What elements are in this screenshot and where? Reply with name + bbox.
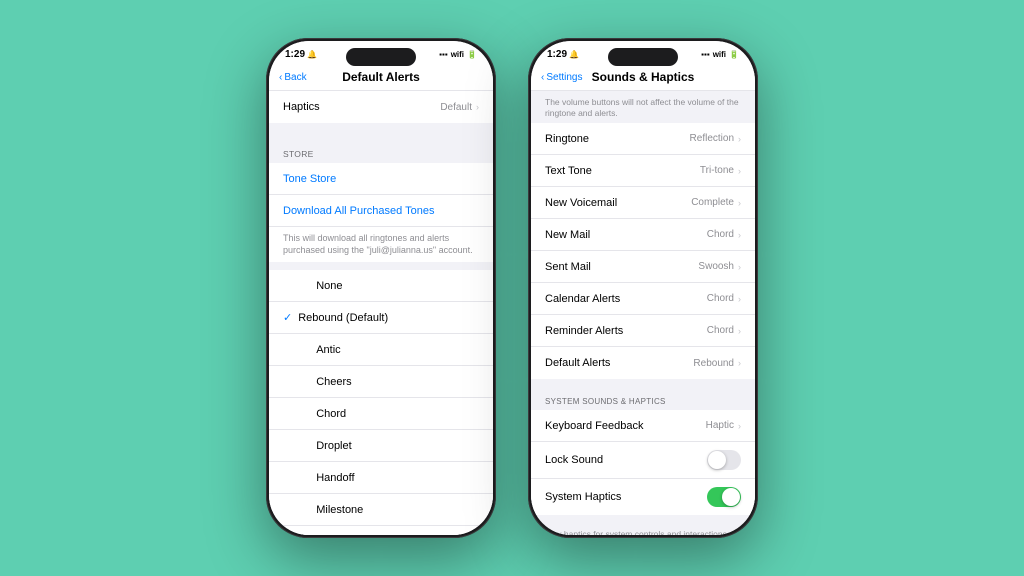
- tone-rebound[interactable]: ✓ Rebound (Default): [269, 302, 493, 334]
- content-2: The volume buttons will not affect the v…: [531, 91, 755, 535]
- tone-none[interactable]: ✓ None: [269, 270, 493, 302]
- system-sounds-header: SYSTEM SOUNDS & HAPTICS: [531, 387, 755, 410]
- tone-store-link[interactable]: Tone Store: [269, 163, 493, 195]
- store-group: Tone Store Download All Purchased Tones …: [269, 163, 493, 262]
- battery-icon-2: 🔋: [729, 50, 739, 59]
- nav-bar-1: ‹ Back Default Alerts: [269, 64, 493, 91]
- content-1: Haptics Default › STORE Tone Store Downl…: [269, 91, 493, 535]
- separator: [269, 131, 493, 139]
- chevron-icon: ›: [738, 358, 741, 368]
- signal-icon: ▪▪▪: [439, 50, 448, 59]
- sent-mail-row[interactable]: Sent Mail Swoosh ›: [531, 251, 755, 283]
- system-sounds-group: Keyboard Feedback Haptic › Lock Sound Sy…: [531, 410, 755, 515]
- back-chevron-2: ‹: [541, 72, 544, 83]
- time-2: 1:29: [547, 49, 567, 60]
- ringtone-row[interactable]: Ringtone Reflection ›: [531, 123, 755, 155]
- sound-rows-group: Ringtone Reflection › Text Tone Tri-tone…: [531, 123, 755, 379]
- tone-milestone[interactable]: ✓ Milestone: [269, 494, 493, 526]
- reminder-alerts-row[interactable]: Reminder Alerts Chord ›: [531, 315, 755, 347]
- wifi-icon: wifi: [451, 50, 464, 59]
- new-mail-row[interactable]: New Mail Chord ›: [531, 219, 755, 251]
- chevron-icon: ›: [738, 198, 741, 208]
- text-tone-row[interactable]: Text Tone Tri-tone ›: [531, 155, 755, 187]
- chevron-icon: ›: [738, 421, 741, 431]
- back-chevron-1: ‹: [279, 72, 282, 83]
- lock-sound-toggle[interactable]: [707, 450, 741, 470]
- chevron-icon: ›: [476, 102, 479, 112]
- bell-icon: 🔔: [307, 50, 317, 59]
- tone-droplet[interactable]: ✓ Droplet: [269, 430, 493, 462]
- tone-antic[interactable]: ✓ Antic: [269, 334, 493, 366]
- system-haptics-row[interactable]: System Haptics: [531, 479, 755, 515]
- tone-cheers[interactable]: ✓ Cheers: [269, 366, 493, 398]
- time-1: 1:29: [285, 49, 305, 60]
- chevron-icon: ›: [738, 230, 741, 240]
- default-alerts-row[interactable]: Default Alerts Rebound ›: [531, 347, 755, 379]
- page-title-2: Sounds & Haptics: [592, 70, 695, 84]
- signal-icon-2: ▪▪▪: [701, 50, 710, 59]
- new-voicemail-row[interactable]: New Voicemail Complete ›: [531, 187, 755, 219]
- store-section-header: STORE: [269, 139, 493, 163]
- bell-icon-2: 🔔: [569, 50, 579, 59]
- battery-icon: 🔋: [467, 50, 477, 59]
- tone-handoff[interactable]: ✓ Handoff: [269, 462, 493, 494]
- chevron-icon: ›: [738, 294, 741, 304]
- nav-bar-2: ‹ Settings Sounds & Haptics: [531, 64, 755, 91]
- lock-sound-row[interactable]: Lock Sound: [531, 442, 755, 479]
- dynamic-island-2: [608, 48, 678, 66]
- phone-default-alerts: 1:29 🔔 ▪▪▪ wifi 🔋 ‹ Back Default Alerts …: [266, 38, 496, 538]
- wifi-icon-2: wifi: [713, 50, 726, 59]
- chevron-icon: ›: [738, 326, 741, 336]
- phone-sounds-haptics: 1:29 🔔 ▪▪▪ wifi 🔋 ‹ Settings Sounds & Ha…: [528, 38, 758, 538]
- calendar-alerts-row[interactable]: Calendar Alerts Chord ›: [531, 283, 755, 315]
- back-button-2[interactable]: ‹ Settings: [541, 72, 582, 83]
- tone-note[interactable]: ✓ Note: [269, 526, 493, 535]
- volume-info: The volume buttons will not affect the v…: [531, 91, 755, 123]
- download-tones-link[interactable]: Download All Purchased Tones: [269, 195, 493, 227]
- tones-list: ✓ None ✓ Rebound (Default) ✓ Antic ✓ Che…: [269, 270, 493, 535]
- system-haptics-toggle[interactable]: [707, 487, 741, 507]
- chevron-icon: ›: [738, 134, 741, 144]
- dynamic-island: [346, 48, 416, 66]
- page-title-1: Default Alerts: [342, 70, 420, 84]
- system-haptics-info: Play haptics for system controls and int…: [531, 523, 755, 535]
- chevron-icon: ›: [738, 166, 741, 176]
- chevron-icon: ›: [738, 262, 741, 272]
- download-info: This will download all ringtones and ale…: [269, 227, 493, 262]
- haptics-row[interactable]: Haptics Default ›: [269, 91, 493, 123]
- tone-chord[interactable]: ✓ Chord: [269, 398, 493, 430]
- keyboard-feedback-row[interactable]: Keyboard Feedback Haptic ›: [531, 410, 755, 442]
- back-button-1[interactable]: ‹ Back: [279, 72, 307, 83]
